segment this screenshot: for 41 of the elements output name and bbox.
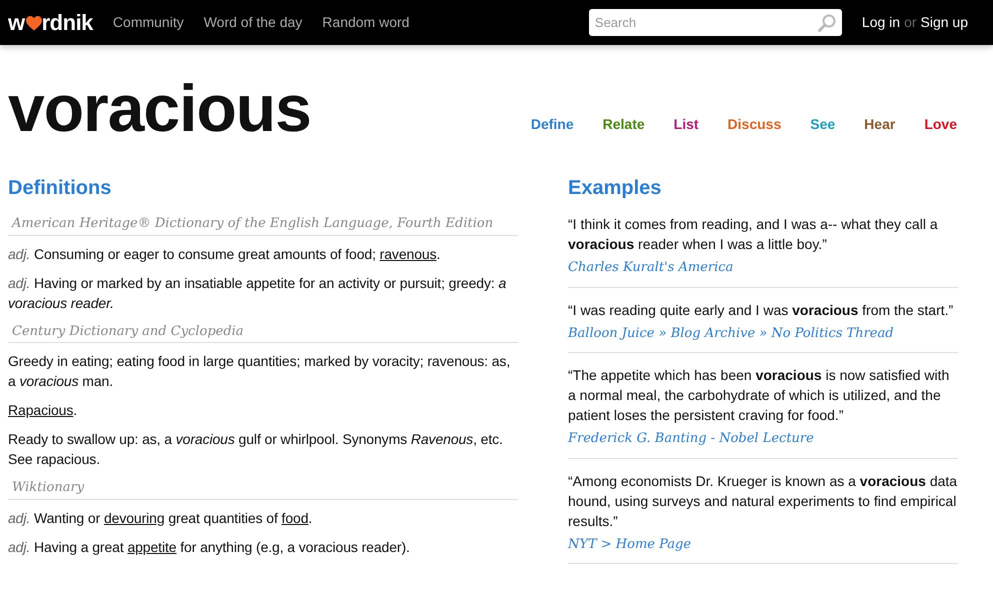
word-link[interactable]: ravenous (380, 246, 436, 262)
word-link[interactable]: devouring (104, 510, 165, 526)
signup-link[interactable]: Sign up (920, 12, 968, 33)
word-link[interactable]: Rapacious (8, 402, 74, 418)
login-link[interactable]: Log in (862, 12, 900, 33)
definition-text: Greedy in eating; eating food in large quantities; marked by voracity; ravenous: as, a voracious man. (8, 352, 512, 391)
tab[interactable]: Define (530, 114, 574, 135)
example-quote: “I think it comes from reading, and I was a-- what they call a voracious reader when I was a little boy.” (568, 215, 939, 254)
or-text: or (904, 13, 917, 32)
search-icon (818, 14, 836, 32)
source-link[interactable]: NYT > Home Page (568, 536, 692, 552)
source-link[interactable]: Charles Kuralt's America (568, 260, 734, 275)
nav-link[interactable]: Random word (322, 12, 410, 33)
word-title: voracious (8, 75, 311, 141)
tab[interactable]: List (674, 114, 699, 135)
tab[interactable]: Relate (602, 114, 645, 135)
search-field[interactable]: Search (588, 9, 842, 36)
logo[interactable]: w rdnik (8, 12, 93, 34)
example-quote: “The appetite which has been voracious is now satisfied with a normal meal, the carbohydrate of which is utilized, and the patient loses the persistent craving for food.” (568, 366, 950, 425)
definition-text: adj. Having a great appetite for anything (e.g, a voracious reader). (8, 538, 411, 556)
definition-text: adj. Wanting or devouring great quantities of food. (8, 508, 314, 528)
source-link[interactable]: Frederick G. Banting - Nobel Lecture (568, 431, 814, 446)
source-link[interactable]: Balloon Juice » Blog Archive » No Politics Thread (568, 326, 894, 340)
section-heading: Definitions (8, 176, 112, 200)
definition-text: adj. Having or marked by an insatiable appetite for an activity or pursuit; greedy: a voracious reader. (8, 274, 508, 312)
definition-text: Ready to swallow up: as, a voracious gulf or whirlpool. Synonyms Ravenous, etc. See rapacious. (8, 430, 504, 469)
example-quote: “I was reading quite early and I was voracious from the start.” (568, 300, 954, 320)
heart-icon (26, 16, 42, 31)
tab[interactable]: Love (924, 114, 957, 135)
source-heading: American Heritage® Dictionary of the English Language, Fourth Edition (8, 214, 518, 236)
source-heading: Century Dictionary and Cyclopedia (8, 322, 518, 343)
tab[interactable]: Hear (864, 114, 896, 135)
word-link[interactable]: food (282, 510, 308, 526)
source-heading: Wiktionary (8, 478, 518, 500)
section-heading: Examples (568, 176, 662, 200)
nav-link[interactable]: Word of the day (204, 12, 302, 33)
example-quote: “Among economists Dr. Krueger is known as a voracious data hound, using surveys and natural experiments to find empirical results.” (568, 472, 958, 530)
nav-link[interactable]: Community (112, 12, 184, 33)
word-link[interactable]: appetite (127, 538, 176, 554)
definition-text: Rapacious. (8, 401, 78, 420)
definition-text: adj. Consuming or eager to consume great amounts of food; ravenous. (8, 244, 442, 264)
